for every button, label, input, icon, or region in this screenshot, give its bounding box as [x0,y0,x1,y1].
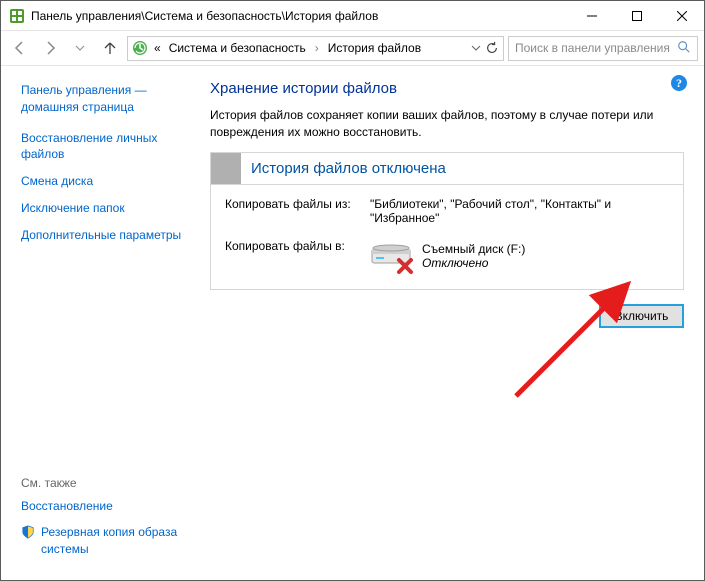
refresh-icon[interactable] [485,41,499,55]
address-path[interactable]: « Система и безопасность › История файло… [127,36,504,61]
enable-button[interactable]: Включить [599,304,684,328]
breadcrumb-2[interactable]: История файлов [326,41,423,55]
see-also-label: См. также [21,476,188,490]
content-area: Панель управления — домашняя страница Во… [1,66,704,580]
drive-name: Съемный диск (F:) [422,242,525,256]
copy-from-label: Копировать файлы из: [225,197,370,211]
page-title: Хранение истории файлов [210,80,684,97]
drive-status: Отключено [422,256,525,270]
search-box[interactable] [508,36,698,61]
file-history-icon [132,40,148,56]
status-box: История файлов отключена Копировать файл… [210,152,684,290]
search-input[interactable] [515,41,677,55]
minimize-button[interactable] [569,1,614,31]
window-title: Панель управления\Система и безопасность… [31,9,569,23]
forward-button[interactable] [37,35,63,61]
main-panel: ? Хранение истории файлов История файлов… [196,66,704,580]
maximize-button[interactable] [614,1,659,31]
sidebar-link-drive[interactable]: Смена диска [21,174,93,188]
sidebar-link-image-backup[interactable]: Резервная копия образа системы [41,524,188,558]
search-icon[interactable] [677,40,691,57]
status-header: История файлов отключена [211,153,683,185]
sidebar: Панель управления — домашняя страница Во… [1,66,196,580]
shield-icon [21,525,35,539]
address-dropdown[interactable] [471,41,499,55]
breadcrumb-1[interactable]: Система и безопасность [167,41,308,55]
control-panel-icon [9,8,25,24]
up-button[interactable] [97,35,123,61]
page-description: История файлов сохраняет копии ваших фай… [210,107,684,142]
sidebar-link-exclude[interactable]: Исключение папок [21,201,125,215]
back-button[interactable] [7,35,33,61]
window-titlebar: Панель управления\Система и безопасность… [1,1,704,31]
svg-text:?: ? [676,76,682,90]
sidebar-link-advanced[interactable]: Дополнительные параметры [21,228,181,242]
control-panel-home-link[interactable]: Панель управления — домашняя страница [21,83,147,114]
address-bar: « Система и безопасность › История файло… [1,31,704,66]
window-controls [569,1,704,30]
sidebar-link-restore[interactable]: Восстановление личных файлов [21,131,157,162]
copy-from-value: "Библиотеки", "Рабочий стол", "Контакты"… [370,197,669,225]
copy-to-label: Копировать файлы в: [225,239,370,253]
close-button[interactable] [659,1,704,31]
drive-icon [370,239,412,273]
chevron-right-icon[interactable]: › [312,41,322,55]
recent-dropdown-icon[interactable] [67,35,93,61]
status-color-bar [211,153,241,184]
breadcrumb-prefix: « [152,41,163,55]
help-icon[interactable]: ? [670,74,688,95]
sidebar-link-recovery[interactable]: Восстановление [21,499,113,513]
status-title: История файлов отключена [241,153,456,184]
